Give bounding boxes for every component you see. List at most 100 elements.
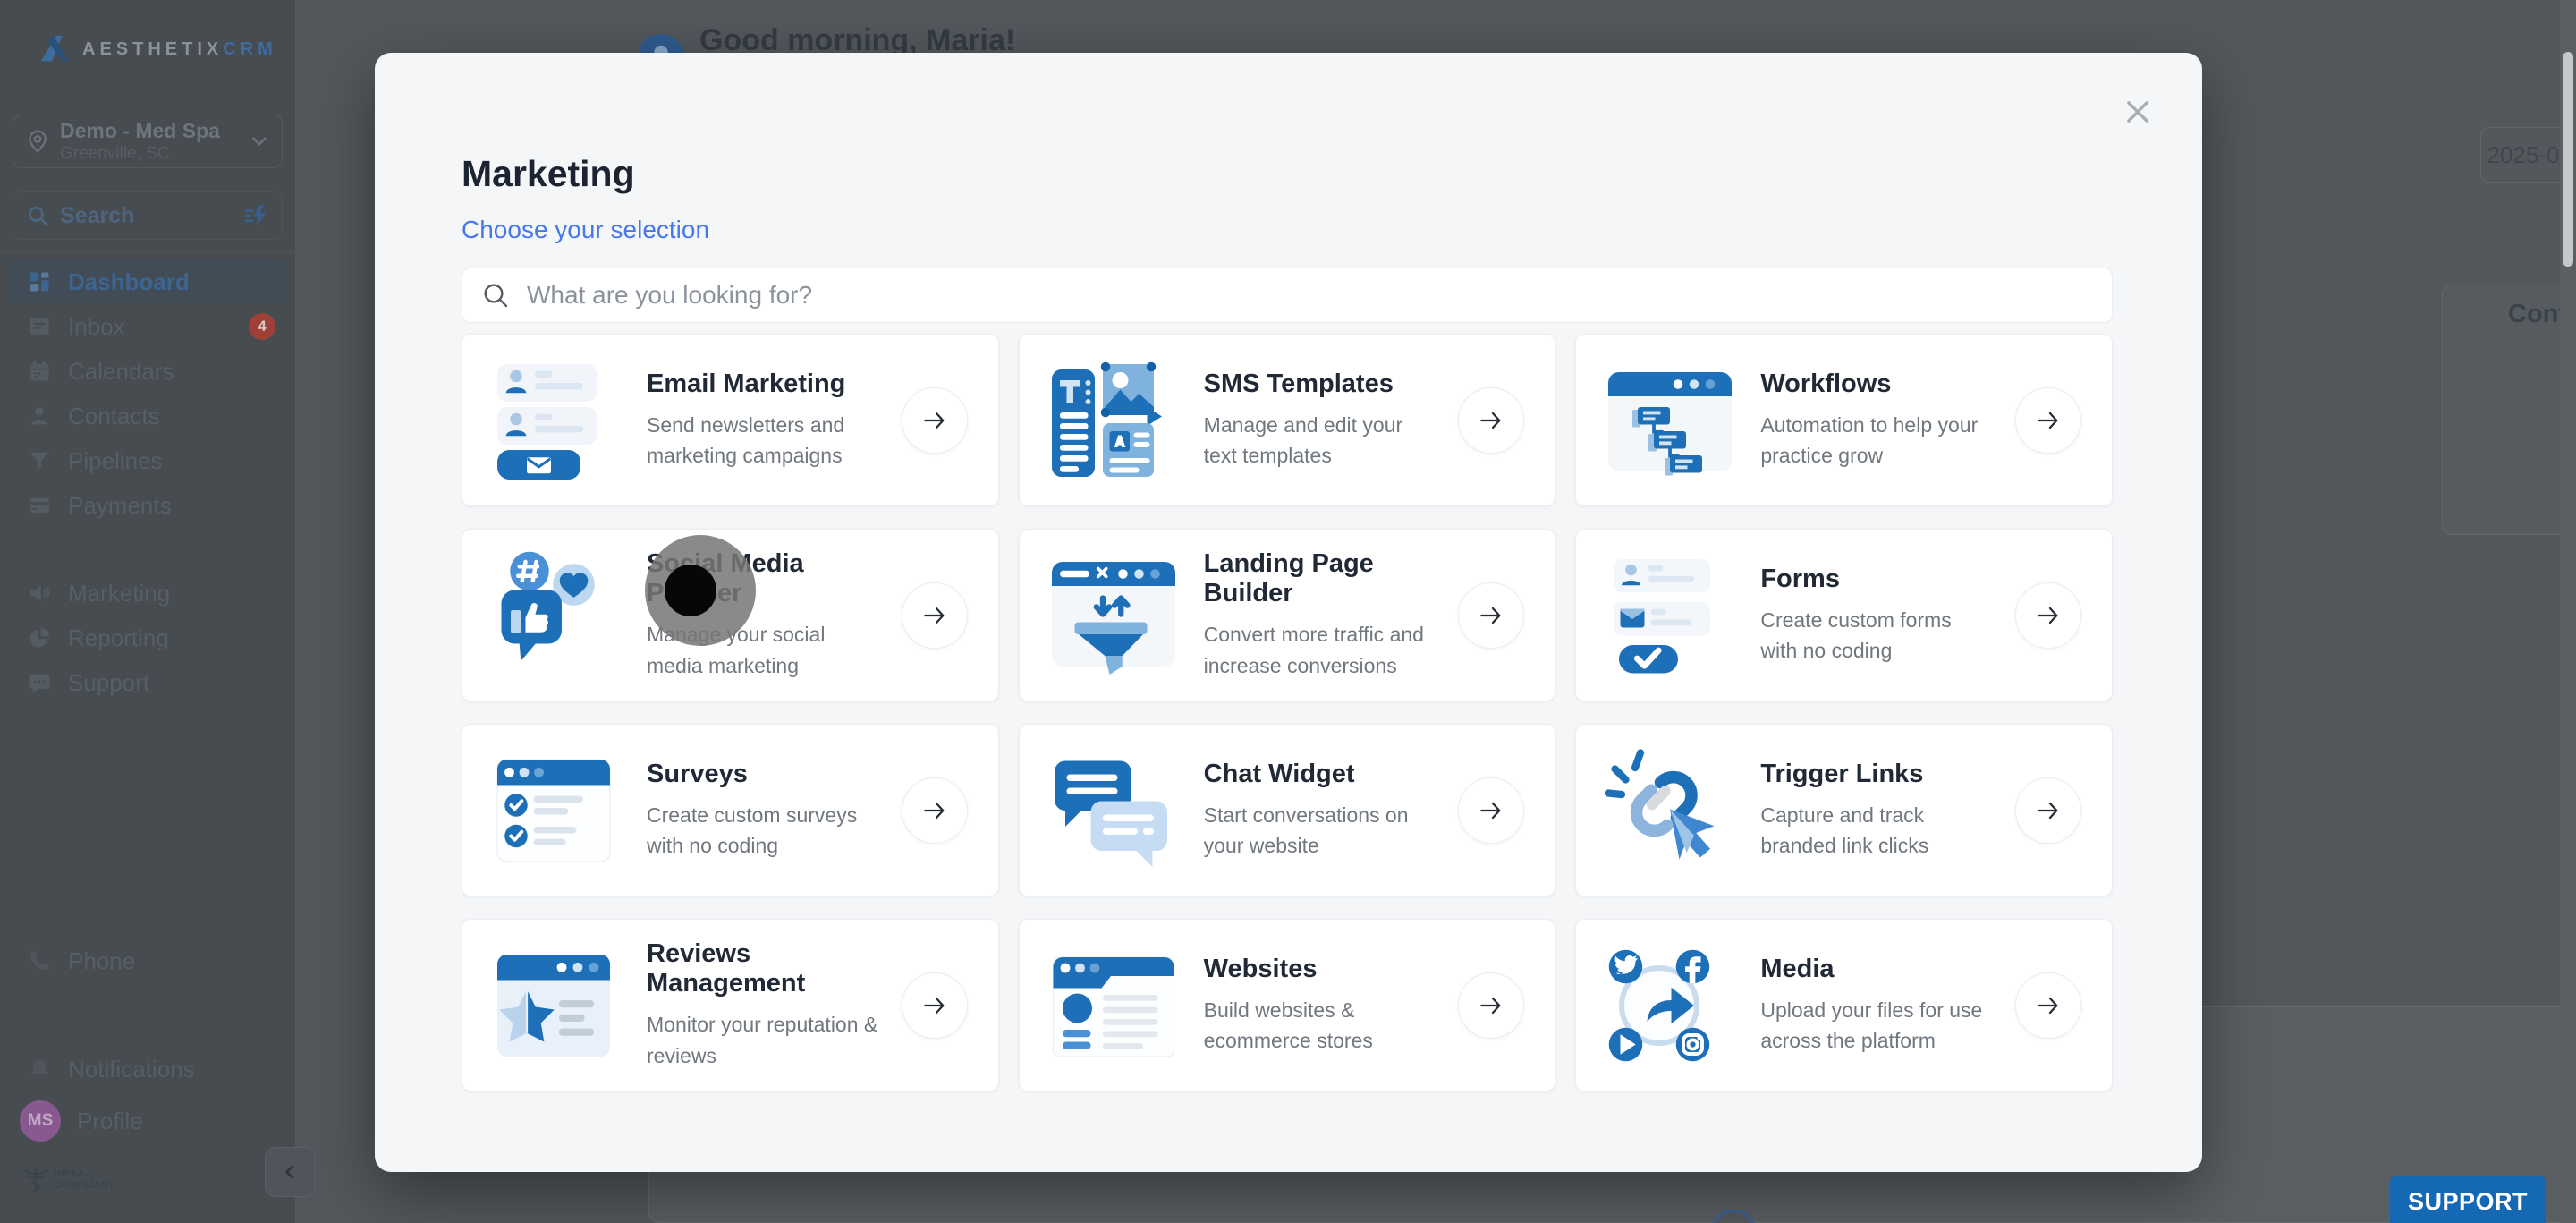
arrow-right-button[interactable] xyxy=(1458,386,1525,454)
location-pin-icon xyxy=(29,130,47,153)
arrow-right-button[interactable] xyxy=(901,777,968,844)
support-chat-icon xyxy=(27,670,52,695)
marketing-grid: Email Marketing Send newsletters and mar… xyxy=(462,334,2113,1091)
card-title: Media xyxy=(1760,954,1835,983)
marketing-card[interactable]: Forms Create custom forms with no coding xyxy=(1575,529,2113,701)
sidebar-nav-secondary: Marketing Reporting Support xyxy=(7,571,288,705)
sidebar-item-label: Contacts xyxy=(68,402,160,429)
marketing-card[interactable]: Social Media Planner Manage your social … xyxy=(462,529,999,701)
marketing-card[interactable]: Email Marketing Send newsletters and mar… xyxy=(462,334,999,506)
sidebar-item-label: Profile xyxy=(77,1107,143,1134)
arrow-right-button[interactable] xyxy=(2015,777,2081,844)
brand-name-primary: AESTHETIX xyxy=(82,38,224,59)
close-icon xyxy=(2127,101,2148,123)
modal-title: Marketing xyxy=(462,153,635,194)
marketing-card[interactable]: Landing Page Builder Convert more traffi… xyxy=(1018,529,1556,701)
marketing-card[interactable]: Workflows Automation to help your practi… xyxy=(1575,334,2113,506)
search-icon xyxy=(28,206,48,226)
sidebar-item-inbox[interactable]: Inbox 4 xyxy=(7,304,288,349)
sidebar-item-label: Marketing xyxy=(68,579,171,607)
sidebar-item-payments[interactable]: Payments xyxy=(7,483,288,528)
inbox-icon xyxy=(27,314,52,339)
arrow-right-button[interactable] xyxy=(901,386,968,454)
support-button[interactable]: SUPPORT xyxy=(2390,1176,2546,1223)
marketing-card[interactable]: Chat Widget Start conversations on your … xyxy=(1018,724,1556,896)
card-description: Send newsletters and marketing campaigns xyxy=(647,412,845,468)
card-description: Monitor your reputation & reviews xyxy=(647,1013,878,1067)
app-root: AESTHETIXCRM Demo - Med Spa Greenville, … xyxy=(0,0,2576,1223)
sms-templates-icon xyxy=(1046,352,1181,488)
card-description: Manage and edit your text templates xyxy=(1203,412,1403,468)
sidebar-item-contacts[interactable]: Contacts xyxy=(7,394,288,438)
marketing-card[interactable]: Media Upload your files for use across t… xyxy=(1575,919,2113,1091)
marketing-card[interactable]: Websites Build websites & ecommerce stor… xyxy=(1018,919,1556,1091)
chevron-down-icon xyxy=(252,137,267,146)
sidebar: AESTHETIXCRM Demo - Med Spa Greenville, … xyxy=(0,0,315,1223)
card-title: Websites xyxy=(1203,954,1318,983)
sidebar-item-dashboard[interactable]: Dashboard xyxy=(7,259,288,304)
sidebar-search[interactable]: Search xyxy=(13,191,283,240)
sidebar-item-pipelines[interactable]: Pipelines xyxy=(7,438,288,483)
inbox-unread-badge: 4 xyxy=(249,313,275,340)
phone-icon xyxy=(27,948,52,973)
card-title: Forms xyxy=(1760,564,1840,593)
hipaa-text: HIPAA COMPLIANT xyxy=(54,1168,115,1191)
reviews-icon xyxy=(489,938,623,1074)
card-description: Start conversations on your website xyxy=(1203,803,1409,858)
sidebar-nav-bottom: Notifications MS Profile xyxy=(7,1047,288,1151)
card-description: Build websites & ecommerce stores xyxy=(1203,998,1373,1053)
pipelines-funnel-icon xyxy=(27,448,52,473)
card-title: Email Marketing xyxy=(647,369,846,398)
chevron-left-icon xyxy=(285,1165,293,1179)
card-description: Upload your files for use across the pla… xyxy=(1760,998,1983,1053)
arrow-right-button[interactable] xyxy=(1458,777,1525,844)
brand-logo: AESTHETIXCRM xyxy=(36,30,277,68)
contacts-icon xyxy=(27,403,52,429)
contacts-count-card: Contacts Count 1 xyxy=(2442,285,2576,535)
calendar-icon xyxy=(27,359,52,384)
profile-avatar: MS xyxy=(20,1100,61,1142)
sidebar-item-calendars[interactable]: Calendars xyxy=(7,349,288,394)
marketing-card[interactable]: Trigger Links Capture and track branded … xyxy=(1575,724,2113,896)
sidebar-item-marketing[interactable]: Marketing xyxy=(7,571,288,616)
sidebar-item-reporting[interactable]: Reporting xyxy=(7,616,288,660)
sidebar-item-phone[interactable]: Phone xyxy=(7,938,288,983)
quick-actions-bolt-icon[interactable] xyxy=(242,202,269,229)
arrow-right-button[interactable] xyxy=(901,582,968,649)
workflows-icon xyxy=(1603,352,1737,488)
marketing-card[interactable]: Reviews Management Monitor your reputati… xyxy=(462,919,999,1091)
arrow-right-button[interactable] xyxy=(2015,582,2081,649)
arrow-right-button[interactable] xyxy=(2015,386,2081,454)
arrow-right-button[interactable] xyxy=(901,972,968,1039)
social-media-icon xyxy=(489,548,623,684)
sidebar-nav-tools: Phone xyxy=(7,938,288,983)
scrollbar-track[interactable] xyxy=(2560,0,2576,1223)
modal-search-input[interactable] xyxy=(462,268,2113,323)
chat-widget-icon xyxy=(1046,743,1181,879)
card-description: Capture and track branded link clicks xyxy=(1760,803,1929,858)
sidebar-collapse-button[interactable] xyxy=(265,1147,315,1197)
dashboard-grid-icon xyxy=(27,269,52,294)
brand-logo-icon xyxy=(40,35,69,62)
card-title: Surveys xyxy=(647,759,748,788)
sidebar-item-label: Dashboard xyxy=(68,268,190,295)
sidebar-item-profile[interactable]: MS Profile xyxy=(7,1091,288,1151)
forms-icon xyxy=(1603,548,1737,684)
card-title: Workflows xyxy=(1760,369,1892,398)
marketing-card[interactable]: Surveys Create custom surveys with no co… xyxy=(462,724,999,896)
arrow-right-button[interactable] xyxy=(2015,972,2081,1039)
card-title: SMS Templates xyxy=(1203,369,1394,398)
arrow-right-button[interactable] xyxy=(1458,972,1525,1039)
brand-name: AESTHETIXCRM xyxy=(82,39,277,60)
marketing-card[interactable]: SMS Templates Manage and edit your text … xyxy=(1018,334,1556,506)
scrollbar-thumb[interactable] xyxy=(2563,52,2573,267)
close-button[interactable] xyxy=(2120,94,2156,130)
sidebar-item-label: Inbox xyxy=(68,312,125,340)
arrow-right-button[interactable] xyxy=(1458,582,1525,649)
card-title: Trigger Links xyxy=(1760,759,1924,788)
sidebar-search-label: Search xyxy=(60,202,135,228)
card-description: Create custom surveys with no coding xyxy=(647,803,858,858)
location-selector[interactable]: Demo - Med Spa Greenville, SC xyxy=(13,115,283,168)
sidebar-item-notifications[interactable]: Notifications xyxy=(7,1047,288,1091)
sidebar-item-support[interactable]: Support xyxy=(7,660,288,705)
